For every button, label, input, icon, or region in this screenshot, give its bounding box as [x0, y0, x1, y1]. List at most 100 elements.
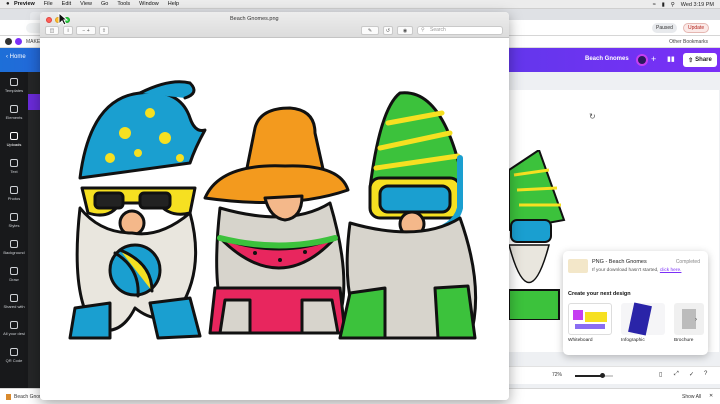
folder-icon: [10, 321, 18, 329]
gnome-orange: [203, 106, 350, 335]
zoom-slider-handle[interactable]: [599, 373, 605, 378]
click-here-link[interactable]: click here.: [660, 268, 682, 273]
beach-gnomes-illustration: [68, 80, 478, 340]
mouse-cursor-icon: [58, 12, 68, 26]
pages-icon[interactable]: ▯: [659, 371, 662, 378]
infographic-thumbnail: [621, 302, 665, 336]
menu-clock[interactable]: Wed 3:19 PM: [681, 2, 714, 8]
download-thumbnail: [568, 259, 588, 273]
bookmark-icon[interactable]: [15, 38, 22, 45]
zoom-slider[interactable]: [575, 373, 613, 378]
sidebar-label: QR Code: [5, 358, 23, 363]
background-icon: [10, 240, 18, 248]
menu-window[interactable]: Window: [139, 1, 159, 7]
preview-titlebar: Beach Gnomes.png ◫ i − + ⇧ ✎ ↺ ◉ ⚲ Search: [40, 12, 509, 38]
download-complete-popup: PNG - Beach Gnomes Completed If your dow…: [563, 251, 708, 355]
sidebar-item-uploads[interactable]: Uploads: [0, 132, 28, 147]
download-file-title: PNG - Beach Gnomes: [592, 259, 647, 265]
sidebar-label: Draw: [9, 277, 19, 282]
apple-icon[interactable]: ●: [6, 1, 14, 7]
template-infographic[interactable]: Infographic: [621, 302, 665, 343]
share-button[interactable]: ⇧ Share: [683, 53, 717, 67]
markup-icon: ◉: [402, 27, 408, 34]
sidebar-label: Elements: [5, 115, 23, 120]
search-placeholder: Search: [430, 27, 446, 33]
sidebar-toggle-button[interactable]: ◫: [45, 26, 59, 35]
show-all-button[interactable]: Show All: [682, 394, 701, 400]
panel-thumbnail[interactable]: [28, 94, 40, 110]
close-window-button[interactable]: [46, 17, 52, 23]
preview-image: [40, 38, 509, 400]
info-button[interactable]: i: [63, 26, 73, 35]
menu-go[interactable]: Go: [101, 1, 108, 7]
sidebar-item-templates[interactable]: Templates: [0, 78, 28, 93]
fullscreen-icon[interactable]: ⤢: [674, 371, 679, 378]
chevron-right-icon[interactable]: ›: [695, 317, 697, 323]
add-icon[interactable]: +: [651, 54, 656, 64]
template-label: Whiteboard: [568, 338, 593, 343]
battery-icon[interactable]: ▮: [662, 2, 665, 8]
text-icon: [10, 159, 18, 167]
gnome-green: [338, 91, 478, 340]
menu-edit[interactable]: Edit: [62, 1, 71, 7]
share-label: Share: [695, 57, 712, 63]
share-icon: ⇧: [688, 57, 694, 64]
sidebar-item-background[interactable]: Background: [0, 240, 28, 255]
sidebar-item-styles[interactable]: Styles: [0, 213, 28, 228]
rotate-button[interactable]: ↺: [383, 26, 393, 35]
markup-button[interactable]: ✎: [361, 26, 379, 35]
mac-menu-bar: ● Preview File Edit View Go Tools Window…: [0, 0, 720, 9]
wifi-icon[interactable]: ≈: [653, 2, 656, 8]
check-icon[interactable]: ✓: [689, 371, 694, 378]
help-icon[interactable]: ?: [704, 371, 707, 377]
sidebar-item-elements[interactable]: Elements: [0, 105, 28, 120]
template-whiteboard[interactable]: Whiteboard: [568, 303, 612, 343]
sidebar-label: Background: [3, 250, 25, 255]
github-icon[interactable]: [5, 38, 12, 45]
menu-view[interactable]: View: [80, 1, 92, 7]
update-button[interactable]: Update: [683, 23, 710, 33]
document-title[interactable]: Beach Gnomes: [585, 56, 629, 62]
profile-paused-button[interactable]: Paused: [652, 23, 677, 33]
zoom-in-icon: +: [86, 27, 90, 34]
markup-toolbar-button[interactable]: ◉: [397, 26, 413, 35]
sidebar-item-all-designs[interactable]: All your desi: [0, 321, 28, 336]
search-icon[interactable]: ⚲: [671, 2, 675, 8]
brochure-thumbnail: [674, 303, 704, 335]
download-status: Completed: [675, 259, 700, 265]
sidebar-icon: ◫: [49, 27, 55, 34]
sidebar-label: Photos: [7, 196, 21, 201]
qr-code-icon: [10, 348, 18, 356]
sidebar-item-text[interactable]: Text: [0, 159, 28, 174]
menu-app-name[interactable]: Preview: [14, 1, 35, 7]
avatar[interactable]: [636, 54, 648, 66]
gnome-blue: [68, 80, 207, 340]
sidebar-item-draw[interactable]: Draw: [0, 267, 28, 282]
close-icon[interactable]: ✕: [709, 393, 713, 399]
preview-search-input[interactable]: ⚲ Search: [417, 26, 503, 35]
template-label: Brochure: [674, 338, 694, 343]
elements-icon: [10, 105, 18, 113]
refresh-icon[interactable]: ↻: [589, 112, 596, 121]
zoom-buttons[interactable]: − +: [76, 26, 96, 35]
canva-zoom-bar: 72% ▯ ⤢ ✓ ?: [509, 366, 720, 384]
other-bookmarks[interactable]: Other Bookmarks: [669, 39, 708, 45]
home-button[interactable]: ‹ Home: [6, 54, 26, 60]
bookmark-make[interactable]: MAKE: [26, 39, 40, 45]
sidebar-item-photos[interactable]: Photos: [0, 186, 28, 201]
menu-tools[interactable]: Tools: [117, 1, 130, 7]
templates-icon: [10, 78, 18, 86]
share-preview-button[interactable]: ⇧: [99, 26, 109, 35]
zoom-out-icon: −: [82, 27, 86, 34]
template-brochure[interactable]: Brochure: [674, 303, 704, 343]
sidebar-item-qr-code[interactable]: QR Code: [0, 348, 28, 363]
sidebar-item-shared[interactable]: Shared with: [0, 294, 28, 309]
menu-help[interactable]: Help: [168, 1, 179, 7]
share-icon: ⇧: [101, 27, 107, 34]
sidebar-label: Text: [10, 169, 18, 174]
menu-file[interactable]: File: [44, 1, 53, 7]
zoom-slider-fill: [575, 375, 603, 377]
pen-icon: ✎: [367, 27, 373, 34]
sidebar-label: Templates: [4, 88, 24, 93]
analytics-icon[interactable]: ▮▮: [667, 55, 675, 63]
